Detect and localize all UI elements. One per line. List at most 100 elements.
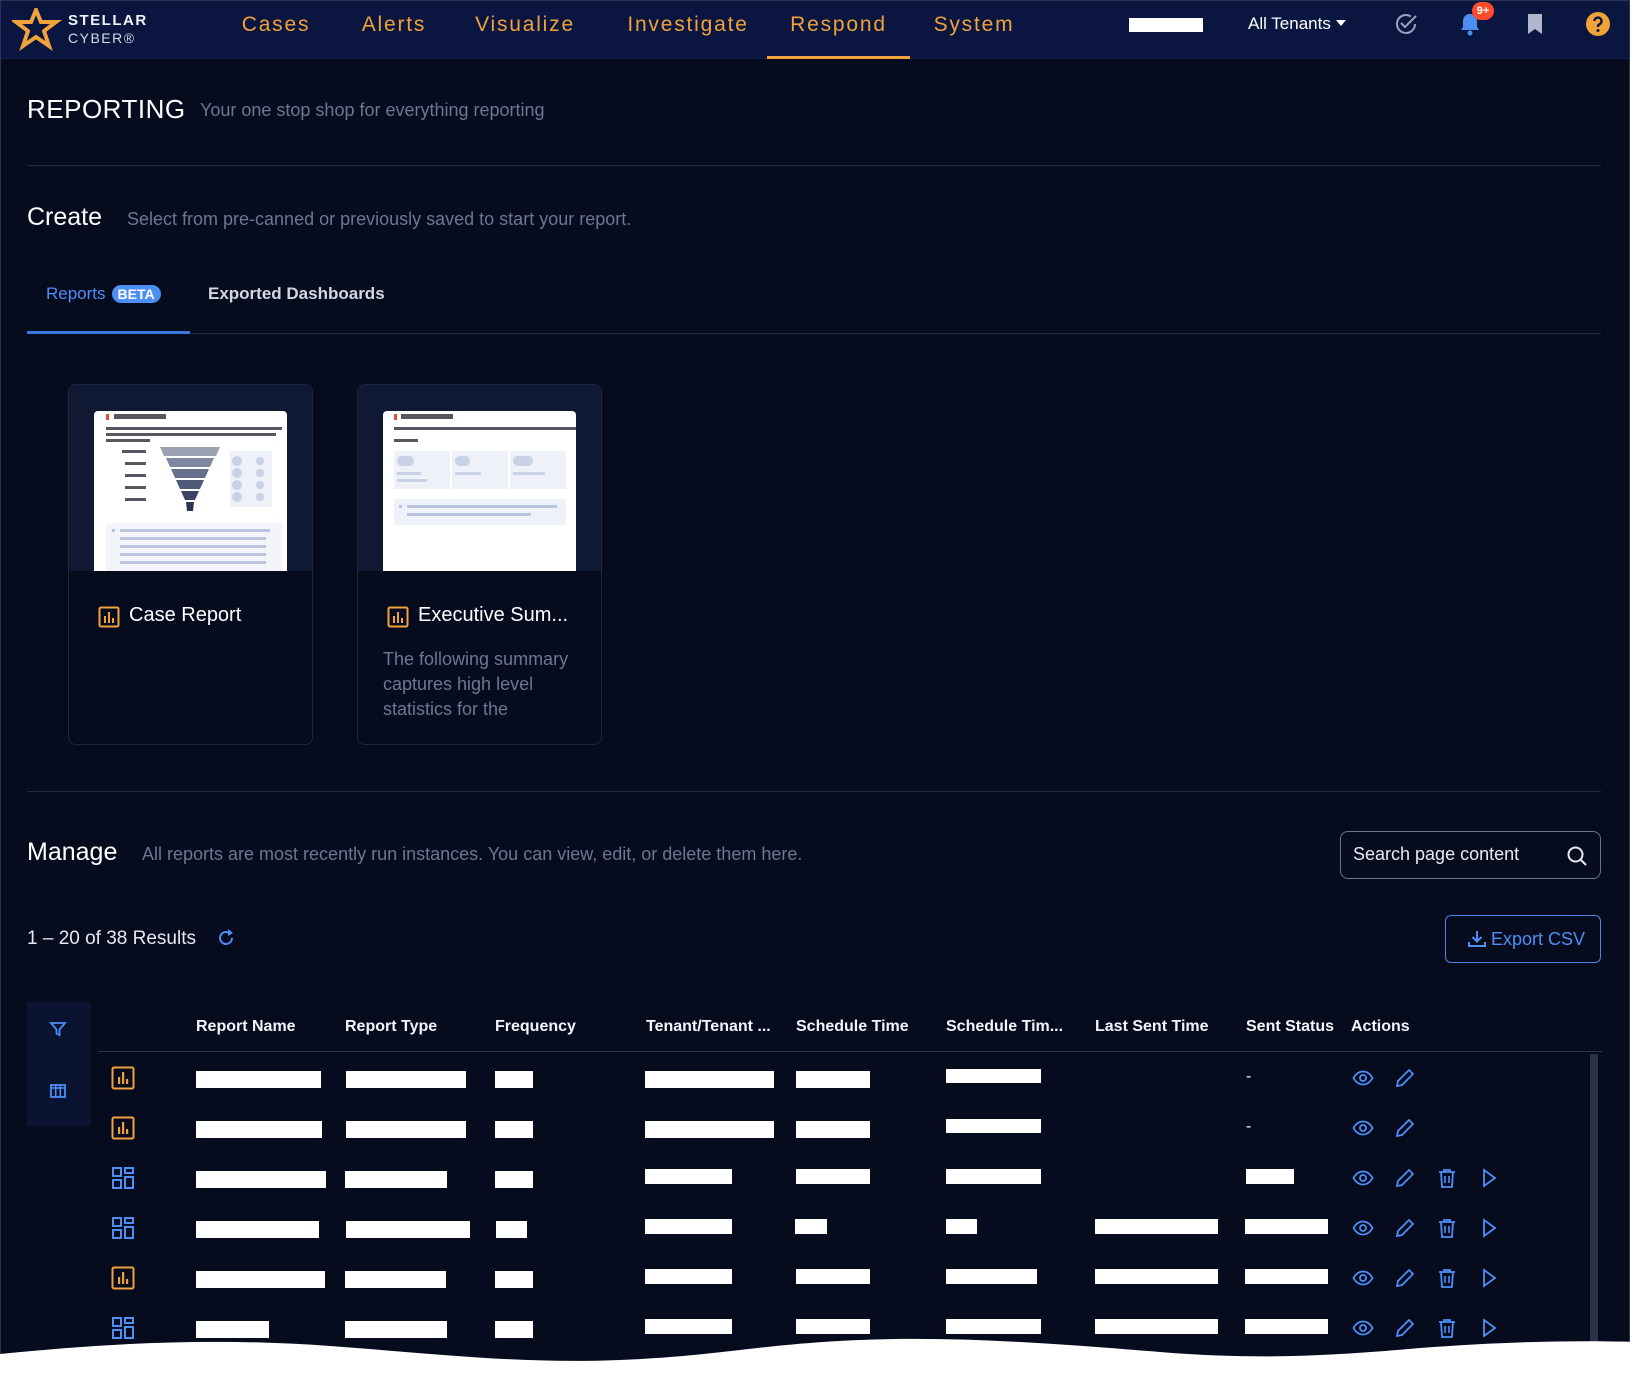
column-header-schedule-time[interactable]: Schedule Time xyxy=(796,1018,909,1036)
column-header-frequency[interactable]: Frequency xyxy=(495,1018,576,1036)
edit-pencil-icon[interactable] xyxy=(1394,1217,1416,1239)
table-row[interactable] xyxy=(98,1152,1588,1202)
chart-report-icon xyxy=(111,1116,135,1140)
edit-pencil-icon[interactable] xyxy=(1394,1167,1416,1189)
redacted-tenant xyxy=(645,1219,732,1234)
redacted-report-name xyxy=(196,1071,321,1088)
redacted-frequency xyxy=(495,1271,533,1288)
redacted-schedule-time xyxy=(796,1071,870,1088)
card-title: Case Report xyxy=(129,604,242,626)
edit-pencil-icon[interactable] xyxy=(1394,1117,1416,1139)
column-header-tenant[interactable]: Tenant/Tenant ... xyxy=(646,1018,771,1036)
tenant-selector[interactable]: All Tenants xyxy=(1248,14,1346,34)
nav-investigate[interactable]: Investigate xyxy=(612,0,764,59)
edit-pencil-icon[interactable] xyxy=(1394,1267,1416,1289)
columns-icon[interactable] xyxy=(49,1082,67,1100)
tab-exported-dashboards[interactable]: Exported Dashboards xyxy=(208,284,385,304)
report-template-card-executive-summary[interactable]: Executive Sum... The following summary c… xyxy=(357,384,602,745)
redacted-tenant xyxy=(645,1269,732,1284)
redacted-frequency xyxy=(495,1071,533,1088)
redacted-report-type xyxy=(346,1071,466,1088)
redacted-frequency xyxy=(496,1221,527,1238)
tabs-divider xyxy=(27,333,1601,334)
chart-report-icon xyxy=(111,1066,135,1090)
export-csv-button[interactable]: Export CSV xyxy=(1445,915,1601,963)
star-logo-icon xyxy=(12,8,62,52)
view-eye-icon[interactable] xyxy=(1352,1217,1374,1239)
card-description: The following summary captures high leve… xyxy=(383,649,569,719)
search-box[interactable] xyxy=(1340,831,1601,879)
caret-down-icon xyxy=(1335,20,1346,26)
table-side-toolbar xyxy=(27,1002,91,1126)
chart-report-icon xyxy=(111,1266,135,1290)
view-eye-icon[interactable] xyxy=(1352,1067,1374,1089)
tenant-selector-label: All Tenants xyxy=(1248,14,1331,33)
task-check-icon[interactable] xyxy=(1393,11,1419,37)
dashboard-report-icon xyxy=(112,1167,134,1189)
results-count: 1 – 20 of 38 Results xyxy=(27,928,196,949)
redacted-report-name xyxy=(196,1171,326,1188)
view-eye-icon[interactable] xyxy=(1352,1167,1374,1189)
table-row[interactable]: - xyxy=(98,1052,1588,1102)
redacted-last-sent-time xyxy=(1095,1269,1218,1284)
dashboard-report-icon xyxy=(112,1217,134,1239)
delete-trash-icon[interactable] xyxy=(1436,1267,1458,1289)
run-play-icon[interactable] xyxy=(1478,1217,1500,1239)
redacted-schedule-timezone xyxy=(946,1269,1037,1284)
executive-summary-preview-graphic xyxy=(394,414,576,525)
redacted-tenant xyxy=(645,1121,774,1138)
bookmark-icon[interactable] xyxy=(1522,11,1548,37)
beta-badge: BETA xyxy=(111,285,161,303)
run-play-icon[interactable] xyxy=(1478,1167,1500,1189)
column-header-schedule-timezone[interactable]: Schedule Tim... xyxy=(946,1018,1063,1036)
redacted-schedule-timezone xyxy=(946,1069,1041,1083)
column-header-last-sent-time[interactable]: Last Sent Time xyxy=(1095,1018,1209,1036)
export-csv-label: Export CSV xyxy=(1491,929,1586,949)
refresh-icon[interactable] xyxy=(216,928,236,948)
manage-section-subtitle: All reports are most recently run instan… xyxy=(142,844,803,864)
sent-status: - xyxy=(1246,1068,1252,1085)
active-tab-indicator xyxy=(27,331,190,334)
view-eye-icon[interactable] xyxy=(1352,1117,1374,1139)
redacted-sent-status xyxy=(1246,1169,1294,1184)
column-header-sent-status[interactable]: Sent Status xyxy=(1246,1018,1334,1036)
torn-edge-decoration xyxy=(0,1338,1638,1384)
header-divider xyxy=(27,165,1601,166)
redacted-report-type xyxy=(345,1271,446,1288)
report-template-card-case-report[interactable]: Case Report xyxy=(68,384,313,745)
column-header-report-name[interactable]: Report Name xyxy=(196,1018,296,1036)
table-row[interactable] xyxy=(98,1202,1588,1252)
nav-system[interactable]: System xyxy=(924,0,1024,59)
search-icon[interactable] xyxy=(1566,845,1588,867)
help-icon[interactable] xyxy=(1585,11,1611,37)
redacted-report-type xyxy=(346,1221,470,1238)
redacted-sent-status xyxy=(1245,1269,1328,1284)
view-eye-icon[interactable] xyxy=(1352,1267,1374,1289)
redacted-schedule-time xyxy=(796,1169,870,1184)
table-row[interactable] xyxy=(98,1252,1588,1302)
redacted-frequency xyxy=(495,1121,533,1138)
brand-line-2: CYBER® xyxy=(68,30,136,46)
redacted-frequency xyxy=(495,1171,533,1188)
create-section-title: Create xyxy=(27,203,103,231)
filter-icon[interactable] xyxy=(49,1020,67,1038)
delete-trash-icon[interactable] xyxy=(1436,1167,1458,1189)
chart-report-icon xyxy=(387,606,409,628)
table-row[interactable]: - xyxy=(98,1102,1588,1152)
search-input[interactable] xyxy=(1353,844,1553,865)
executive-summary-thumbnail xyxy=(383,411,576,571)
run-play-icon[interactable] xyxy=(1478,1267,1500,1289)
nav-cases[interactable]: Cases xyxy=(226,0,326,59)
tab-reports[interactable]: Reports BETA xyxy=(46,284,161,304)
delete-trash-icon[interactable] xyxy=(1436,1217,1458,1239)
edit-pencil-icon[interactable] xyxy=(1394,1067,1416,1089)
create-section-subtitle: Select from pre-canned or previously sav… xyxy=(127,209,632,229)
nav-alerts[interactable]: Alerts xyxy=(344,0,444,59)
stellar-cyber-logo[interactable]: STELLAR CYBER® xyxy=(12,8,172,52)
nav-respond[interactable]: Respond xyxy=(767,0,910,59)
tab-reports-label: Reports xyxy=(46,284,106,303)
nav-visualize[interactable]: Visualize xyxy=(462,0,588,59)
column-header-actions: Actions xyxy=(1351,1018,1410,1035)
column-header-report-type[interactable]: Report Type xyxy=(345,1018,437,1036)
redacted-tenant xyxy=(645,1071,774,1088)
